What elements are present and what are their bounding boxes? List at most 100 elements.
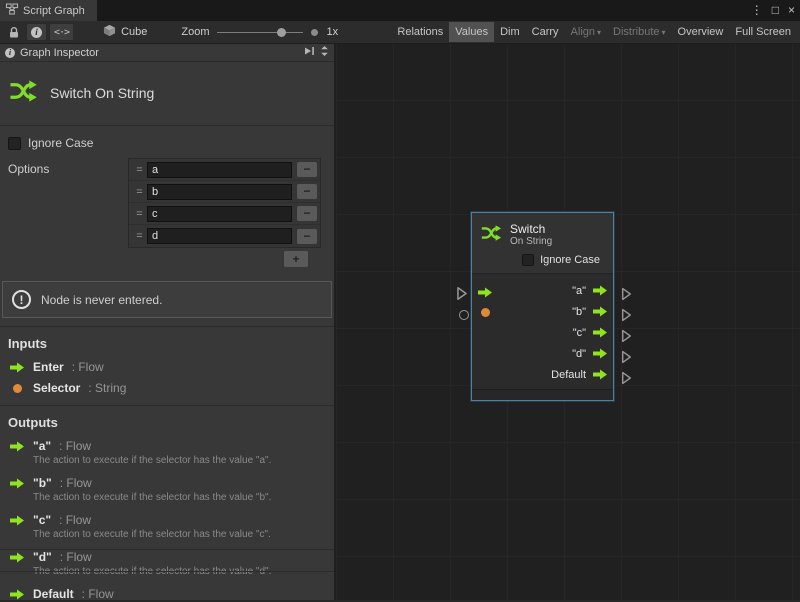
option-row: = − <box>129 203 320 225</box>
option-add-button[interactable]: + <box>284 251 308 267</box>
port-description: The action to execute if the selector ha… <box>33 455 334 466</box>
node-output-row-a[interactable]: "a" <box>472 280 613 301</box>
tab-script-graph[interactable]: Script Graph <box>0 0 97 21</box>
node-output-row-c[interactable]: "c" <box>472 322 613 343</box>
node-output-row-default[interactable]: Default <box>472 364 613 385</box>
warning-box: ! Node is never entered. <box>2 281 332 318</box>
options-label: Options <box>8 162 49 176</box>
switch-on-string-icon <box>8 76 38 109</box>
fullscreen-button[interactable]: Full Screen <box>729 22 797 42</box>
option-input[interactable] <box>147 228 292 244</box>
flow-arrow-icon <box>593 369 608 380</box>
graph-inspector-panel: i Graph Inspector Switch On String Ignor… <box>0 44 335 600</box>
lock-icon[interactable] <box>4 23 24 41</box>
node-ignore-case-label: Ignore Case <box>540 254 600 266</box>
ext-port-triangle[interactable] <box>621 287 632 306</box>
ext-port-triangle[interactable] <box>621 350 632 369</box>
ext-port-triangle[interactable] <box>456 286 468 306</box>
dim-button[interactable]: Dim <box>494 22 526 42</box>
port-type: : Flow <box>60 550 92 564</box>
option-remove-button[interactable]: − <box>297 206 317 221</box>
code-preview-button[interactable]: <·> <box>49 23 74 41</box>
node-inspector-title-row: Switch On String <box>0 62 334 125</box>
values-button[interactable]: Values <box>449 22 494 42</box>
option-remove-button[interactable]: − <box>297 162 317 177</box>
zoom-slider-handle[interactable] <box>277 28 286 37</box>
flow-arrow-icon <box>593 348 608 359</box>
drag-handle-icon[interactable]: = <box>132 230 147 242</box>
info-icon: i <box>31 27 42 38</box>
zoom-slider[interactable] <box>217 26 303 39</box>
inspector-toggle-button[interactable]: i <box>26 23 47 41</box>
ext-port-triangle[interactable] <box>621 371 632 390</box>
divider <box>0 571 334 572</box>
options-list: = − = − = − = − <box>128 158 321 248</box>
port-type: : Flow <box>59 513 91 527</box>
carry-button[interactable]: Carry <box>526 22 565 42</box>
option-remove-button[interactable]: − <box>297 184 317 199</box>
option-input[interactable] <box>147 162 292 178</box>
option-row: = − <box>129 225 320 247</box>
port-row-a: "a" : Flow <box>0 433 334 454</box>
distribute-button[interactable]: Distribute▾ <box>607 22 671 42</box>
cube-icon <box>103 24 116 40</box>
graph-inspector-title: Graph Inspector <box>20 47 99 59</box>
selector-port-icon[interactable] <box>481 308 490 317</box>
align-label: Align <box>571 26 595 38</box>
port-row-default: Default : Flow <box>0 581 334 602</box>
window-close-icon[interactable]: × <box>788 0 795 21</box>
port-name: Enter <box>33 360 64 374</box>
ext-port-circle[interactable] <box>459 310 469 320</box>
port-row-b: "b" : Flow <box>0 470 334 491</box>
chevron-down-icon: ▾ <box>662 28 666 37</box>
graph-inspector-header: i Graph Inspector <box>0 44 334 62</box>
info-icon: i <box>5 48 15 58</box>
overview-button[interactable]: Overview <box>672 22 730 42</box>
port-name: "c" <box>33 513 51 527</box>
port-type: : Flow <box>59 439 91 453</box>
port-name: "a" <box>33 439 51 453</box>
inspector-node-title: Switch On String <box>50 85 154 101</box>
drag-handle-icon[interactable]: = <box>132 164 147 176</box>
port-type: : Flow <box>60 476 92 490</box>
node-subtitle: On String <box>510 236 552 248</box>
ignore-case-checkbox[interactable] <box>8 137 21 150</box>
ext-port-triangle[interactable] <box>621 308 632 327</box>
flow-arrow-icon <box>593 285 608 296</box>
node-header[interactable]: Switch On String <box>472 213 613 251</box>
graph-canvas[interactable]: Switch On String Ignore Case "a" "b" "c" <box>335 44 800 600</box>
node-ignore-case-checkbox[interactable] <box>522 254 534 266</box>
node-output-row-d[interactable]: "d" <box>472 343 613 364</box>
window-controls: ⋮ □ × <box>751 0 795 21</box>
toolbar-buttons: Relations Values Dim Carry Align▾ Distri… <box>391 21 797 43</box>
ext-port-triangle[interactable] <box>621 329 632 348</box>
distribute-label: Distribute <box>613 26 659 38</box>
enter-port-icon[interactable] <box>478 285 493 303</box>
relations-button[interactable]: Relations <box>391 22 449 42</box>
align-button[interactable]: Align▾ <box>565 22 607 42</box>
dock-icon[interactable] <box>303 46 315 59</box>
flow-arrow-icon <box>10 362 25 373</box>
switch-on-string-node[interactable]: Switch On String Ignore Case "a" "b" "c" <box>471 212 614 401</box>
option-input[interactable] <box>147 184 292 200</box>
port-row-d: "d" : Flow <box>0 544 334 565</box>
node-output-row-b[interactable]: "b" <box>472 301 613 322</box>
flow-arrow-icon <box>10 478 25 489</box>
ignore-case-row: Ignore Case <box>0 126 334 154</box>
drag-handle-icon[interactable]: = <box>132 186 147 198</box>
window-maximize-icon[interactable]: □ <box>772 0 779 21</box>
resize-grip-icon[interactable] <box>320 45 329 60</box>
graph-toolbar: i <·> Cube Zoom 1x Relations Values Dim … <box>0 21 800 44</box>
tab-label: Script Graph <box>23 5 85 17</box>
zoom-reset-icon[interactable] <box>311 29 318 36</box>
options-section: Options = − = − = − = − <box>0 154 334 269</box>
drag-handle-icon[interactable]: = <box>132 208 147 220</box>
port-row-enter: Enter : Flow <box>0 354 334 375</box>
port-row-c: "c" : Flow <box>0 507 334 528</box>
flow-arrow-icon <box>10 552 25 563</box>
option-remove-button[interactable]: − <box>297 229 317 244</box>
warning-icon: ! <box>12 290 31 309</box>
option-input[interactable] <box>147 206 292 222</box>
graph-target[interactable]: Cube <box>103 24 147 40</box>
window-menu-icon[interactable]: ⋮ <box>751 0 763 21</box>
